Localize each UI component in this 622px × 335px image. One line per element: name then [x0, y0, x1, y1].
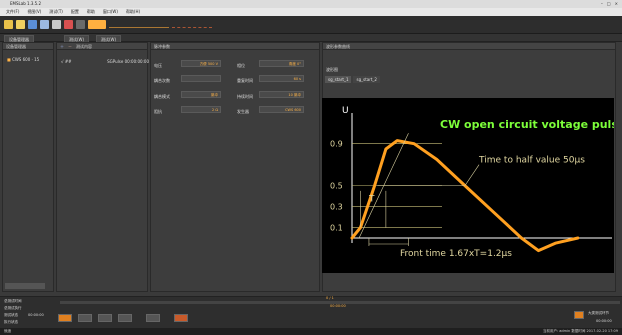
- test-row-code: √ ##: [61, 59, 72, 64]
- y-axis-label: U: [342, 106, 349, 116]
- remove-icon[interactable]: －: [68, 43, 72, 50]
- param-label-voltage: 电压: [154, 63, 162, 68]
- front-time-annotation: Front time 1.67xT=1.2μs: [400, 249, 512, 259]
- test-row-name: SGPulse 00:00:00:00: [107, 59, 149, 64]
- chart-area: Ut0.10.30.50.9CW open circuit voltage pu…: [322, 98, 622, 273]
- param-label-generator: 发生器: [237, 109, 249, 114]
- waveform-sub-header: 波形图: [326, 67, 338, 72]
- t-label: T: [368, 194, 375, 204]
- waveform-tool-2-icon[interactable]: [172, 22, 212, 28]
- start-button[interactable]: [58, 314, 72, 322]
- param-field-impedance[interactable]: 2 Ω: [181, 106, 221, 113]
- bottom-label-3: 执行状态: [4, 320, 18, 324]
- menu-help[interactable]: 帮助(H): [126, 9, 140, 15]
- params-panel-header: 脉冲参数: [151, 43, 319, 50]
- param-label-duration: 持续时间: [237, 94, 253, 99]
- device-panel: 设备管理器 ■ CWS 600 · 15: [2, 42, 54, 292]
- step-button[interactable]: [118, 314, 132, 322]
- report-icon[interactable]: [574, 311, 584, 319]
- waveform-chart: Ut0.10.30.50.9CW open circuit voltage pu…: [330, 106, 622, 259]
- waveform-tool-icon[interactable]: [109, 22, 169, 28]
- test-panel-header: 测试内容: [76, 43, 92, 49]
- param-field-duration[interactable]: 10 脉冲: [259, 91, 304, 98]
- status-right-time: 00:00:00: [596, 319, 612, 323]
- tab-test-2[interactable]: 测试(W): [96, 35, 122, 42]
- tab-bar: 设备管理器 测试(W) 测试(W): [0, 34, 622, 42]
- stop-button[interactable]: [98, 314, 112, 322]
- close-icon[interactable]: ×: [615, 1, 618, 6]
- chart-title: CW open circuit voltage pulse: [440, 118, 614, 131]
- device-icon[interactable]: [76, 20, 85, 29]
- param-label-coupling-mode: 耦合模式: [154, 94, 170, 99]
- status-right: 当前用户: admin 数据时间 2017-02-20 17:09: [542, 329, 618, 333]
- menu-view[interactable]: 视图(V): [27, 9, 41, 15]
- menu-test[interactable]: 测试(T): [49, 9, 63, 15]
- progress-text: 0 / 1: [326, 296, 334, 300]
- device-panel-scrollbar[interactable]: [5, 283, 45, 289]
- menu-help-short[interactable]: 帮助: [87, 9, 95, 15]
- param-field-coupling-count[interactable]: [181, 75, 221, 82]
- minimize-icon[interactable]: –: [601, 1, 603, 6]
- y-tick-label-1: 0.3: [330, 203, 343, 212]
- params-panel: 脉冲参数 电压 方便 500 V 相位 角度 0° 耦合次数 重复时间 60 s…: [150, 42, 320, 292]
- param-label-phase: 相位: [237, 63, 245, 68]
- settings-icon[interactable]: [52, 20, 61, 29]
- waveform-panel-header: 波形参数曲线: [323, 43, 615, 50]
- open-icon[interactable]: [16, 20, 25, 29]
- half-value-pointer: [464, 164, 480, 186]
- half-value-annotation: Time to half value 50μs: [478, 156, 585, 166]
- y-tick-label-3: 0.9: [330, 140, 343, 149]
- param-field-repeat-time[interactable]: 60 s: [259, 75, 304, 82]
- maximize-icon[interactable]: □: [607, 1, 611, 6]
- menu-config[interactable]: 配置: [71, 9, 79, 15]
- bottom-panel: 总测试时间 总测试执行 测试状态 执行状态 00:00:00 0 / 1 00:…: [0, 296, 622, 328]
- param-label-impedance: 阻抗: [154, 109, 162, 114]
- bottom-label-2: 测试状态: [4, 313, 18, 317]
- param-label-repeat-time: 重复时间: [237, 78, 253, 83]
- menu-bar: 文件(F) 视图(V) 测试(T) 配置 帮助 窗口(W) 帮助(H): [0, 8, 622, 16]
- stop-icon[interactable]: [64, 20, 73, 29]
- status-left: 就绪: [4, 329, 11, 333]
- param-field-voltage[interactable]: 方便 500 V: [181, 60, 221, 67]
- status-right-label: 大类测试环节: [588, 311, 609, 315]
- param-field-coupling-mode[interactable]: 脉冲: [181, 91, 221, 98]
- param-label-coupling-count: 耦合次数: [154, 78, 170, 83]
- param-field-generator[interactable]: CWS 600: [259, 106, 304, 113]
- progress-time: 00:00:00: [330, 304, 346, 308]
- menu-file[interactable]: 文件(F): [6, 9, 19, 15]
- elapsed-time: 00:00:00: [28, 313, 44, 317]
- bottom-label-1: 总测试执行: [4, 306, 22, 310]
- y-tick-label-2: 0.5: [330, 182, 343, 191]
- pause-button[interactable]: [78, 314, 92, 322]
- param-field-phase[interactable]: 角度 0°: [259, 60, 304, 67]
- record-button[interactable]: [174, 314, 188, 322]
- save-icon[interactable]: [28, 20, 37, 29]
- add-icon[interactable]: ＋: [60, 43, 64, 50]
- device-item[interactable]: ■ CWS 600 · 15: [7, 57, 39, 62]
- tab-device-manager[interactable]: 设备管理器: [4, 35, 34, 42]
- progress-bar: [60, 301, 620, 304]
- tab-test-1[interactable]: 测试(W): [64, 35, 90, 42]
- play-icon[interactable]: [88, 20, 106, 29]
- wave-tab-1[interactable]: sg_start_1: [325, 76, 352, 83]
- y-tick-label-0: 0.1: [330, 224, 343, 233]
- bottom-label-0: 总测试时间: [4, 299, 22, 303]
- menu-window[interactable]: 窗口(W): [103, 9, 118, 15]
- wave-tab-2[interactable]: sg_start_2: [353, 76, 380, 83]
- status-bar: 就绪 当前用户: admin 数据时间 2017-02-20 17:09: [0, 328, 622, 335]
- test-row[interactable]: √ ## SGPulse 00:00:00:00: [61, 59, 149, 64]
- title-bar: EMSLab 1.3.5.2 – □ ×: [0, 0, 622, 8]
- app-title: EMSLab 1.3.5.2: [10, 1, 42, 6]
- new-icon[interactable]: [4, 20, 13, 29]
- next-button[interactable]: [146, 314, 160, 322]
- toolbar: [0, 16, 622, 34]
- test-panel: ＋ － 测试内容 √ ## SGPulse 00:00:00:00: [56, 42, 149, 292]
- device-panel-header: 设备管理器: [3, 43, 53, 50]
- edit-icon[interactable]: [40, 20, 49, 29]
